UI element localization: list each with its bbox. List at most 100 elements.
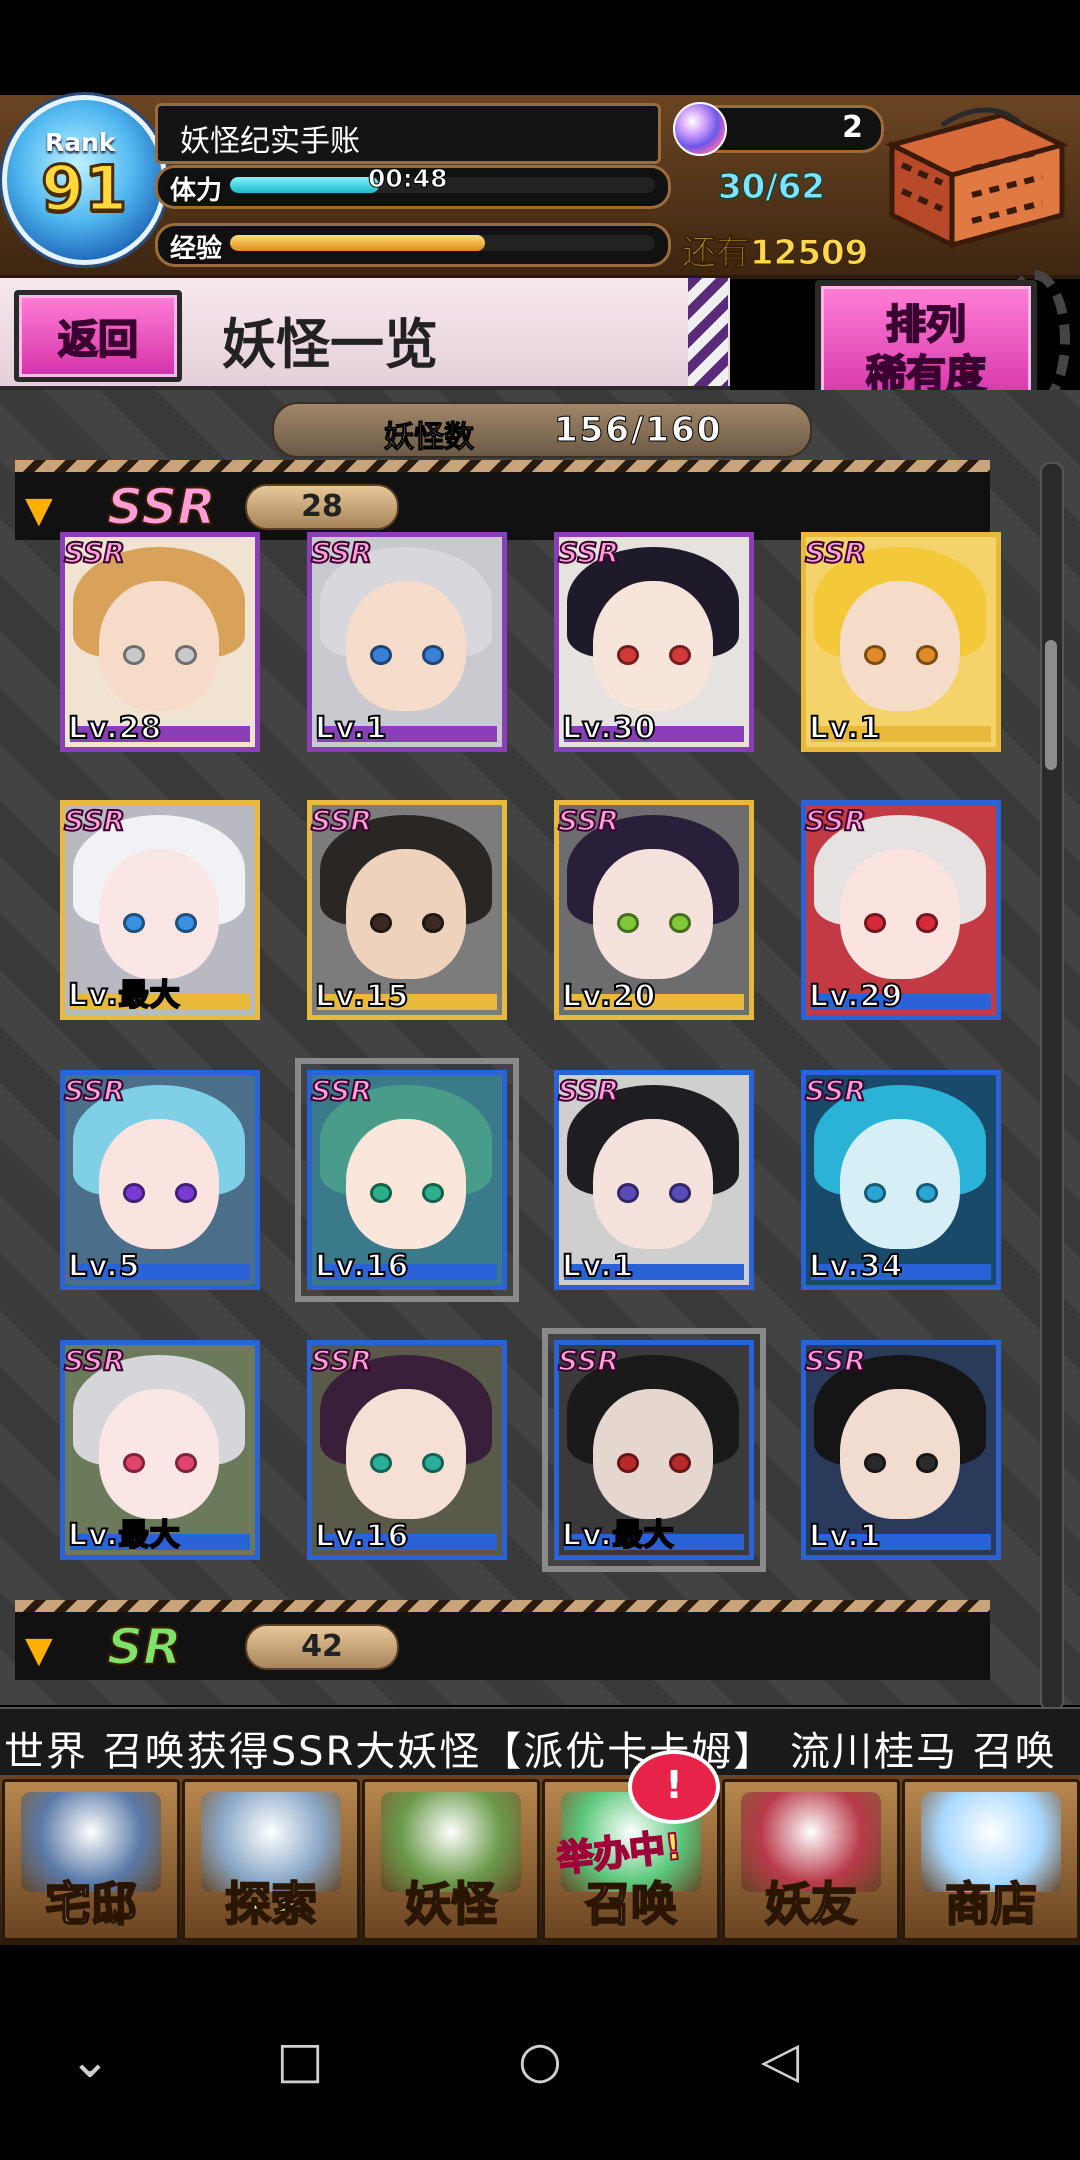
nav-button-2[interactable]: 探索 — [182, 1779, 360, 1941]
section-rarity: SR — [106, 1617, 183, 1677]
yokai-card[interactable]: SSR Lv.1 — [307, 532, 507, 752]
scrollbar-thumb[interactable] — [1045, 640, 1057, 770]
card-level: Lv.16 — [314, 1248, 410, 1285]
rarity-badge: SSR — [310, 535, 373, 570]
back-button[interactable]: 返回 — [14, 290, 182, 382]
yokai-card[interactable]: SSR Lv.1 — [554, 1070, 754, 1290]
card-level: Lv.1 — [808, 710, 882, 747]
recents-icon[interactable]: □ — [270, 2030, 330, 2090]
rarity-badge: SSR — [557, 1343, 620, 1378]
player-name: 妖怪纪实手账 — [180, 124, 360, 159]
rarity-badge: SSR — [310, 1073, 373, 1108]
yokai-card[interactable]: SSR Lv.1 — [801, 1340, 1001, 1560]
home-icon[interactable]: ○ — [510, 2030, 570, 2090]
section-header-sr[interactable]: ▼ SR 42 — [15, 1600, 990, 1680]
section-count: 28 — [245, 484, 399, 530]
rarity-badge: SSR — [804, 1073, 867, 1108]
status-header: Rank 91 妖怪纪实手账 体力 00:48 经验 2 30/62 还有125… — [0, 95, 1080, 279]
nav-button-6[interactable]: 商店 — [902, 1779, 1080, 1941]
nav-label: 宅邸 — [44, 1876, 138, 1932]
bottom-nav: 宅邸 探索 妖怪 举办中! 召唤 妖友 商店 — [0, 1775, 1080, 1945]
gem-icon — [673, 102, 727, 156]
rarity-badge: SSR — [557, 1073, 620, 1108]
card-level: Lv.最大 — [67, 1517, 181, 1554]
rarity-badge: SSR — [804, 535, 867, 570]
treasure-chest-icon[interactable] — [882, 105, 1072, 255]
nav-label: 召唤 — [584, 1876, 678, 1932]
rarity-badge: SSR — [804, 1343, 867, 1378]
yokai-card[interactable]: SSR Lv.29 — [801, 800, 1001, 1020]
exp-fill — [230, 235, 485, 251]
yokai-card[interactable]: SSR Lv.最大 — [60, 1340, 260, 1560]
hide-nav-icon[interactable]: ⌄ — [60, 2030, 120, 2090]
yokai-card[interactable]: SSR Lv.30 — [554, 532, 754, 752]
card-level: Lv.1 — [561, 1248, 635, 1285]
collapse-arrow-icon[interactable]: ▼ — [25, 490, 53, 531]
stamina-value: 30/62 — [717, 167, 826, 208]
yokai-card[interactable]: SSR Lv.28 — [60, 532, 260, 752]
stamina-label: 体力 — [170, 176, 223, 206]
card-level: Lv.29 — [808, 978, 904, 1015]
exp-remaining: 还有12509 — [681, 233, 869, 274]
rope-divider — [15, 1600, 990, 1612]
gem-counter[interactable]: 2 — [673, 102, 884, 156]
yokai-card[interactable]: SSR Lv.16 — [295, 1058, 519, 1302]
exp-label: 经验 — [170, 234, 223, 264]
rarity-badge: SSR — [63, 1343, 126, 1378]
nav-button-5[interactable]: 妖友 — [722, 1779, 900, 1941]
stamina-fill — [230, 177, 379, 193]
rarity-badge: SSR — [310, 1343, 373, 1378]
nav-label: 探索 — [224, 1876, 318, 1932]
card-level: Lv.最大 — [561, 1517, 675, 1554]
rarity-badge: SSR — [63, 535, 126, 570]
card-level: Lv.30 — [561, 710, 657, 747]
collection-count: 妖怪数 156/160 — [272, 402, 812, 458]
card-level: Lv.20 — [561, 978, 657, 1015]
section-header-ssr[interactable]: ▼ SSR 28 — [15, 460, 990, 540]
nav-label: 妖怪 — [404, 1876, 498, 1932]
stamina-bar: 体力 00:48 — [155, 164, 671, 209]
ticker-text: 世界 召唤获得SSR大妖怪【派优卡卡姆】 流川桂马 召唤 — [4, 1729, 1057, 1775]
card-level: Lv.16 — [314, 1518, 410, 1555]
yokai-card[interactable]: SSR Lv.1 — [801, 532, 1001, 752]
rank-level: 91 — [39, 151, 128, 227]
stamina-timer: 00:48 — [368, 164, 449, 194]
yokai-card[interactable]: SSR Lv.5 — [60, 1070, 260, 1290]
player-name-box[interactable]: 妖怪纪实手账 — [155, 103, 661, 164]
page-title: 妖怪一览 — [222, 313, 438, 376]
nav-button-1[interactable]: 宅邸 — [2, 1779, 180, 1941]
rarity-badge: SSR — [557, 535, 620, 570]
yokai-card[interactable]: SSR Lv.最大 — [60, 800, 260, 1020]
rarity-badge: SSR — [804, 803, 867, 838]
card-level: Lv.5 — [67, 1248, 141, 1285]
collapse-arrow-icon[interactable]: ▼ — [25, 1630, 53, 1671]
yokai-card[interactable]: SSR Lv.最大 — [542, 1328, 766, 1572]
rope-divider — [15, 460, 990, 472]
rarity-badge: SSR — [310, 803, 373, 838]
collection-count-value: 156/160 — [553, 410, 723, 451]
yokai-card[interactable]: SSR Lv.20 — [554, 800, 754, 1020]
back-nav-icon[interactable]: ◁ — [750, 2030, 810, 2090]
collection-count-label: 妖怪数 — [384, 420, 475, 456]
back-label: 返回 — [57, 316, 139, 364]
rarity-badge: SSR — [63, 1073, 126, 1108]
rarity-badge: SSR — [63, 803, 126, 838]
yokai-card[interactable]: SSR Lv.34 — [801, 1070, 1001, 1290]
card-level: Lv.1 — [314, 710, 388, 747]
system-nav-bar: ⌄ □ ○ ◁ — [0, 1945, 1080, 2160]
yokai-card[interactable]: SSR Lv.15 — [307, 800, 507, 1020]
card-level: Lv.34 — [808, 1248, 904, 1285]
nav-label: 妖友 — [764, 1876, 858, 1932]
rarity-badge: SSR — [557, 803, 620, 838]
card-level: Lv.1 — [808, 1518, 882, 1555]
announcement-ticker: 世界 召唤获得SSR大妖怪【派优卡卡姆】 流川桂马 召唤 — [0, 1707, 1080, 1777]
exp-bar: 经验 — [155, 223, 671, 267]
nav-button-3[interactable]: 妖怪 — [362, 1779, 540, 1941]
section-count: 42 — [245, 1624, 399, 1670]
alert-badge: ! — [628, 1750, 720, 1824]
yokai-card[interactable]: SSR Lv.16 — [307, 1340, 507, 1560]
rank-badge[interactable]: Rank 91 — [2, 95, 167, 265]
section-rarity: SSR — [106, 477, 217, 537]
card-level: Lv.15 — [314, 978, 410, 1015]
exp-track — [230, 235, 655, 251]
